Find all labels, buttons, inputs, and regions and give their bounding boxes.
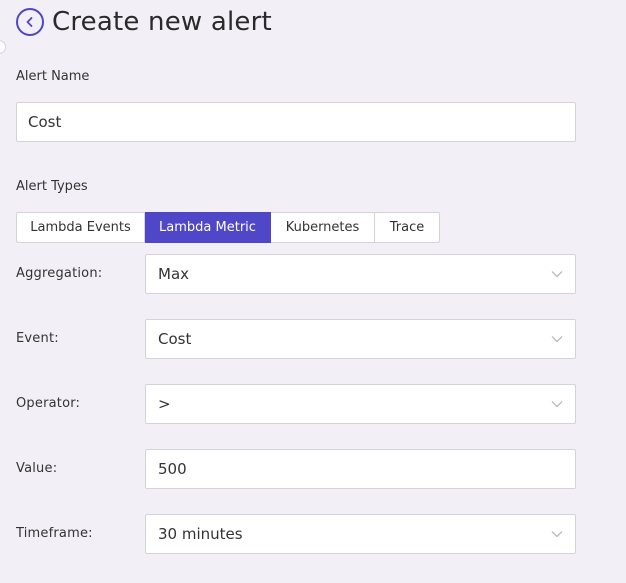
tab-lambda-events[interactable]: Lambda Events	[16, 212, 145, 243]
page-title: Create new alert	[52, 7, 272, 37]
page-header: Create new alert	[16, 6, 272, 38]
operator-label: Operator:	[16, 396, 81, 411]
chevron-down-icon	[551, 271, 563, 278]
operator-select[interactable]: >	[145, 384, 576, 424]
value-input-text: 500	[158, 460, 187, 478]
aggregation-label: Aggregation:	[16, 266, 103, 281]
alert-name-label: Alert Name	[16, 69, 90, 84]
alert-type-tabs: Lambda Events Lambda Metric Kubernetes T…	[16, 212, 440, 243]
value-input[interactable]: 500	[145, 449, 576, 489]
tab-trace[interactable]: Trace	[375, 212, 440, 243]
timeframe-label: Timeframe:	[16, 526, 93, 541]
timeframe-value: 30 minutes	[158, 525, 243, 543]
alert-name-input[interactable]: Cost	[16, 102, 576, 142]
chevron-down-icon	[551, 336, 563, 343]
chevron-down-icon	[551, 531, 563, 538]
operator-value: >	[158, 395, 171, 413]
value-label: Value:	[16, 461, 58, 476]
alert-types-label: Alert Types	[16, 179, 88, 194]
aggregation-value: Max	[158, 265, 190, 283]
back-button[interactable]	[16, 8, 44, 36]
collapse-handle[interactable]	[0, 40, 6, 54]
tab-kubernetes[interactable]: Kubernetes	[271, 212, 375, 243]
event-label: Event:	[16, 331, 59, 346]
timeframe-select[interactable]: 30 minutes	[145, 514, 576, 554]
chevron-down-icon	[551, 401, 563, 408]
chevron-left-icon	[26, 17, 33, 27]
aggregation-select[interactable]: Max	[145, 254, 576, 294]
create-alert-page: Create new alert Alert Name Cost Alert T…	[0, 0, 626, 583]
event-value: Cost	[158, 330, 192, 348]
event-select[interactable]: Cost	[145, 319, 576, 359]
tab-lambda-metric[interactable]: Lambda Metric	[145, 212, 271, 243]
